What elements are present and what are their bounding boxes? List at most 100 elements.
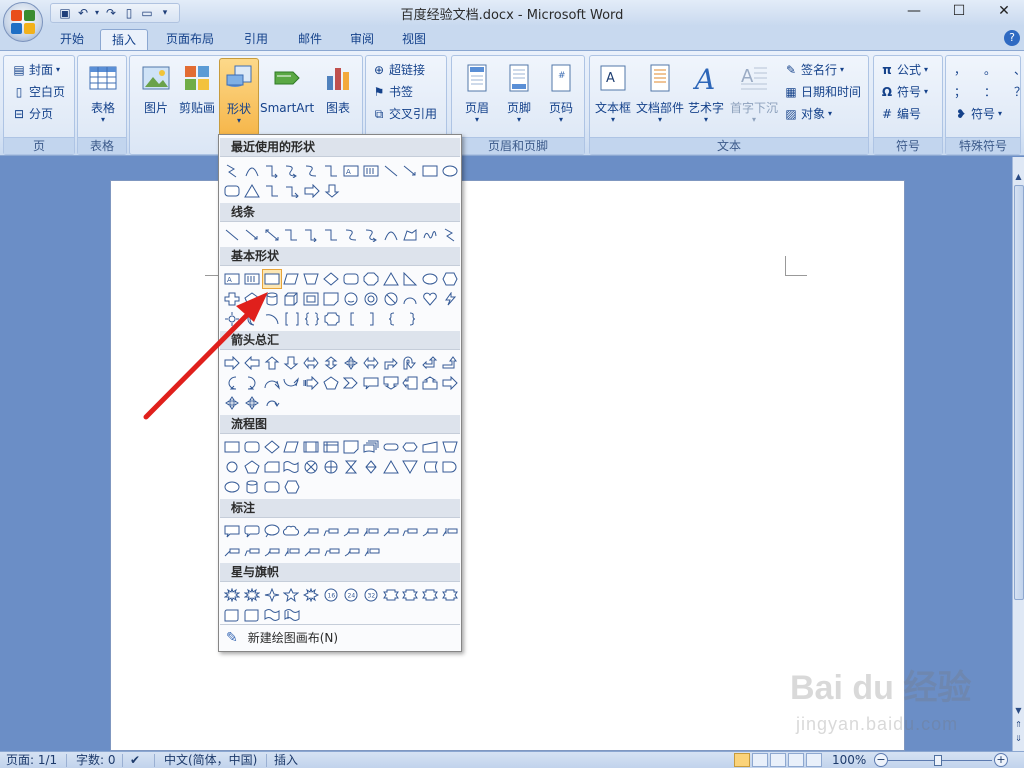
line3-shape-icon[interactable] xyxy=(420,521,440,541)
curvl-shape-icon[interactable] xyxy=(222,373,242,393)
uarrow-shape-icon[interactable] xyxy=(262,353,282,373)
bolt-shape-icon[interactable] xyxy=(440,289,460,309)
tab-references[interactable]: 引用 xyxy=(234,29,278,50)
stored-shape-icon[interactable] xyxy=(420,457,440,477)
special-symbol-button[interactable]: ❥ 符号 ▾ xyxy=(954,104,1002,124)
bent-shape-icon[interactable] xyxy=(381,353,401,373)
ribbon-shape-icon[interactable] xyxy=(420,585,440,605)
scroll-thumb[interactable] xyxy=(1014,185,1024,600)
star4-shape-icon[interactable] xyxy=(262,585,282,605)
cross-reference-button[interactable]: ⧉ 交叉引用 xyxy=(372,104,437,124)
curve2-shape-icon[interactable] xyxy=(341,225,361,245)
internal-shape-icon[interactable] xyxy=(321,437,341,457)
word-count[interactable]: 字数: 0 xyxy=(76,752,116,768)
language[interactable]: 中文(简体，中国) xyxy=(164,752,257,768)
dtri-shape-icon[interactable] xyxy=(400,457,420,477)
elbow-shape-icon[interactable] xyxy=(321,225,341,245)
blank-page-button[interactable]: ▯ 空白页 xyxy=(12,82,65,102)
collate-shape-icon[interactable] xyxy=(341,457,361,477)
wordart-button[interactable]: A 艺术字 ▾ xyxy=(686,58,726,136)
line2-shape-icon[interactable] xyxy=(322,541,342,561)
or-shape-icon[interactable] xyxy=(321,457,341,477)
burst-shape-icon[interactable] xyxy=(242,585,262,605)
oval-shape-icon[interactable] xyxy=(440,161,460,181)
star8-shape-icon[interactable] xyxy=(301,585,321,605)
line4-shape-icon[interactable] xyxy=(282,541,302,561)
special-char[interactable]: ： xyxy=(984,82,996,102)
zoom-level[interactable]: 100% xyxy=(832,752,866,768)
oval-shape-icon[interactable] xyxy=(420,269,440,289)
lcallout-shape-icon[interactable] xyxy=(400,373,420,393)
moon-shape-icon[interactable] xyxy=(242,309,262,329)
pent-shape-icon[interactable] xyxy=(321,373,341,393)
rarrow-shape-icon[interactable] xyxy=(440,373,460,393)
page-break-button[interactable]: ⊟ 分页 xyxy=(12,104,53,124)
striped-shape-icon[interactable] xyxy=(301,373,321,393)
smartart-button[interactable]: SmartArt xyxy=(260,58,314,136)
textbox-shape-icon[interactable]: A xyxy=(222,269,242,289)
line3-shape-icon[interactable] xyxy=(342,541,362,561)
darrow-shape-icon[interactable] xyxy=(281,353,301,373)
sun-shape-icon[interactable] xyxy=(222,309,242,329)
chart-button[interactable]: 图表 xyxy=(316,58,360,136)
table-button[interactable]: 表格 ▾ xyxy=(80,58,126,136)
special-char[interactable]: ； xyxy=(954,82,966,102)
trap-shape-icon[interactable] xyxy=(301,269,321,289)
quad-shape-icon[interactable] xyxy=(341,353,361,373)
zoom-in-icon[interactable]: + xyxy=(994,753,1008,767)
term-shape-icon[interactable] xyxy=(381,437,401,457)
para-shape-icon[interactable] xyxy=(282,269,302,289)
star5-shape-icon[interactable] xyxy=(281,585,301,605)
rbrace-shape-icon[interactable] xyxy=(402,309,422,329)
rbracket-shape-icon[interactable] xyxy=(362,309,382,329)
lrarrow-shape-icon[interactable] xyxy=(361,353,381,373)
tab-page-layout[interactable]: 页面布局 xyxy=(158,29,222,50)
special-char[interactable]: 。 xyxy=(984,60,996,80)
rtri-shape-icon[interactable] xyxy=(400,269,420,289)
rcallout-shape-icon[interactable] xyxy=(222,521,242,541)
new-canvas-item[interactable]: ✎ 新建绘图画布(N) xyxy=(220,624,460,650)
lbracket-shape-icon[interactable] xyxy=(342,309,362,329)
elbow2-shape-icon[interactable] xyxy=(262,181,282,201)
arc2-shape-icon[interactable] xyxy=(262,309,282,329)
prep-shape-icon[interactable] xyxy=(400,437,420,457)
multidoc-shape-icon[interactable] xyxy=(361,437,381,457)
sort-shape-icon[interactable] xyxy=(361,457,381,477)
line1-shape-icon[interactable] xyxy=(222,541,242,561)
object-button[interactable]: ▨ 对象 ▾ xyxy=(784,104,832,124)
sumjunc-shape-icon[interactable] xyxy=(301,457,321,477)
circarrow-shape-icon[interactable] xyxy=(262,393,282,413)
heart-shape-icon[interactable] xyxy=(420,289,440,309)
burst-shape-icon[interactable] xyxy=(222,585,242,605)
rect-shape-icon[interactable] xyxy=(420,161,440,181)
can-shape-icon[interactable] xyxy=(262,289,282,309)
quad-shape-icon[interactable] xyxy=(242,393,262,413)
elbow2-shape-icon[interactable] xyxy=(281,225,301,245)
quick-parts-button[interactable]: 文档部件 ▾ xyxy=(634,58,686,136)
line3-shape-icon[interactable] xyxy=(262,541,282,561)
rrcallout-shape-icon[interactable] xyxy=(242,521,262,541)
curvu-shape-icon[interactable] xyxy=(262,373,282,393)
curvearrow-shape-icon[interactable] xyxy=(361,225,381,245)
dblarrowline-shape-icon[interactable] xyxy=(262,225,282,245)
line2-shape-icon[interactable] xyxy=(321,521,341,541)
insert-mode[interactable]: 插入 xyxy=(274,752,298,768)
proofing-icon[interactable]: ✔ xyxy=(130,752,140,768)
oct-shape-icon[interactable] xyxy=(361,269,381,289)
zig-shape-icon[interactable] xyxy=(440,225,460,245)
elbowarrow-shape-icon[interactable] xyxy=(262,161,282,181)
pent-shape-icon[interactable] xyxy=(242,457,262,477)
line3-shape-icon[interactable] xyxy=(341,521,361,541)
para-shape-icon[interactable] xyxy=(281,437,301,457)
bentup-shape-icon[interactable] xyxy=(440,353,460,373)
arrowline-shape-icon[interactable] xyxy=(242,225,262,245)
scroll-shape-icon[interactable] xyxy=(242,605,262,625)
outline-view-icon[interactable] xyxy=(788,753,804,767)
symbol-button[interactable]: Ω 符号 ▾ xyxy=(880,82,928,102)
curve-shape-icon[interactable] xyxy=(242,161,262,181)
diamond-shape-icon[interactable] xyxy=(321,269,341,289)
donut-shape-icon[interactable] xyxy=(361,289,381,309)
curve-shape-icon[interactable] xyxy=(381,225,401,245)
arc-shape-icon[interactable] xyxy=(400,289,420,309)
vtextbox-shape-icon[interactable] xyxy=(361,161,381,181)
